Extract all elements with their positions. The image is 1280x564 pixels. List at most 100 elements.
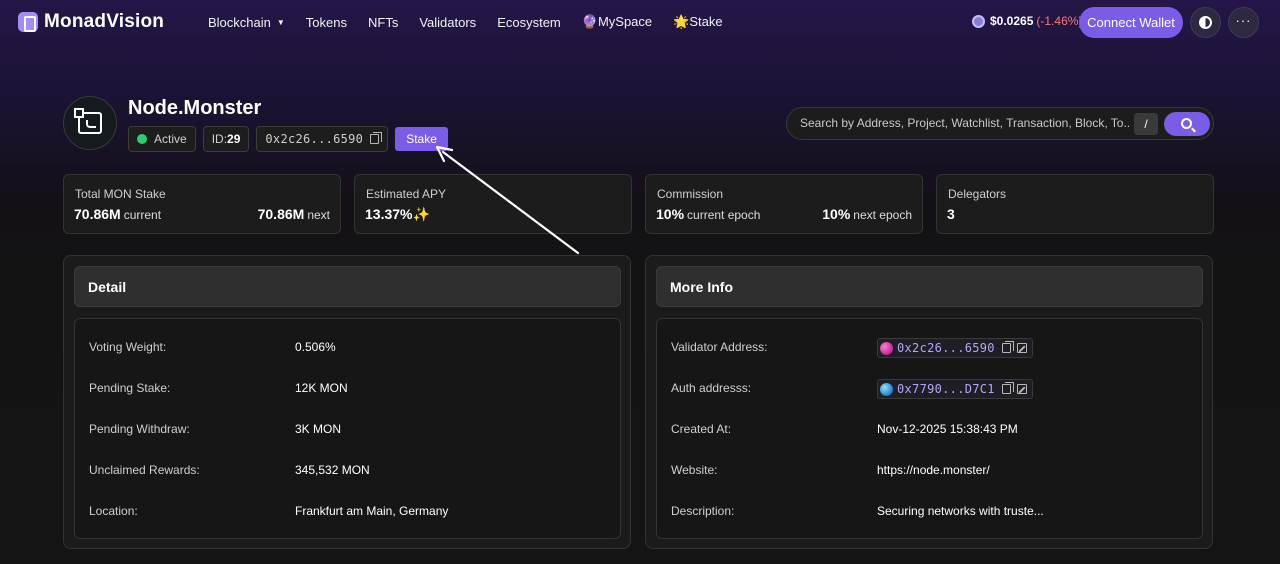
- address-avatar-icon: [880, 341, 893, 355]
- row-value: 3K MON: [295, 422, 342, 436]
- search-bar: /: [786, 107, 1214, 140]
- row-label: Voting Weight:: [89, 340, 167, 354]
- theme-toggle-button[interactable]: [1190, 7, 1221, 38]
- auth-address-link[interactable]: 0x7790...D7C1: [897, 382, 995, 396]
- more-info-panel-header: More Info: [656, 266, 1203, 307]
- detail-panel-body: Voting Weight: 0.506% Pending Stake: 12K…: [74, 318, 621, 539]
- stat-label: Commission: [657, 187, 724, 201]
- stat-label: Total MON Stake: [75, 187, 166, 201]
- commission-current: 10% current epoch: [656, 206, 760, 222]
- row-value: 0.506%: [295, 340, 336, 354]
- nav-item-stake[interactable]: 🌟Stake: [673, 14, 722, 30]
- search-shortcut-key: /: [1134, 113, 1158, 135]
- stat-label: Delegators: [948, 187, 1007, 201]
- row-value: 345,532 MON: [295, 463, 370, 477]
- more-menu-button[interactable]: ···: [1228, 7, 1259, 38]
- nav-item-blockchain[interactable]: Blockchain ▼: [208, 14, 285, 30]
- nav-item-tokens[interactable]: Tokens: [306, 14, 347, 30]
- row-label: Validator Address:: [671, 340, 768, 354]
- nav-item-myspace[interactable]: 🔮MySpace: [582, 14, 652, 30]
- search-button[interactable]: [1164, 112, 1210, 136]
- row-label: Pending Stake:: [89, 381, 171, 395]
- chevron-down-icon: ▼: [276, 17, 285, 27]
- copy-icon[interactable]: [1001, 382, 1014, 394]
- id-label: ID:: [211, 132, 228, 146]
- row-label: Pending Withdraw:: [89, 422, 190, 436]
- validator-id-badge: ID: 29: [202, 126, 250, 152]
- logo[interactable]: MonadVision: [18, 11, 164, 33]
- detail-row-pending-stake: Pending Stake: 12K MON: [89, 381, 609, 399]
- monadvision-logo-icon: [18, 12, 38, 32]
- logo-text: MonadVision: [44, 11, 165, 32]
- mon-token-icon: [972, 14, 985, 28]
- commission-current-value: 10%: [656, 206, 685, 222]
- row-value: Nov-12-2025 15:38:43 PM: [877, 422, 1018, 436]
- row-label: Description:: [671, 504, 735, 518]
- commission-next: 10% next epoch: [822, 206, 912, 222]
- nav-item-label: Blockchain: [208, 14, 271, 30]
- row-label: Unclaimed Rewards:: [89, 463, 200, 477]
- price-value: $0.0265: [990, 14, 1034, 28]
- connect-wallet-button[interactable]: Connect Wallet: [1079, 7, 1183, 38]
- stat-label: Estimated APY: [366, 187, 447, 201]
- address-avatar-icon: [880, 382, 893, 396]
- commission-next-value: 10%: [822, 206, 851, 222]
- nav-item-ecosystem[interactable]: Ecosystem: [497, 14, 561, 30]
- status-text: Active: [154, 132, 187, 146]
- edit-icon[interactable]: [1016, 384, 1027, 394]
- stake-button[interactable]: Stake: [395, 127, 448, 151]
- row-label: Website:: [671, 463, 718, 477]
- detail-row-unclaimed-rewards: Unclaimed Rewards: 345,532 MON: [89, 463, 609, 481]
- contrast-icon: [1199, 16, 1212, 29]
- search-input[interactable]: [800, 116, 1130, 130]
- more-info-panel-body: Validator Address: 0x2c26...6590 Auth ad…: [656, 318, 1203, 539]
- delegators-value: 3: [947, 206, 955, 222]
- estimated-apy-card: Estimated APY 13.37%✨: [354, 174, 632, 234]
- mon-price: $0.0265 (-1.46%): [972, 14, 1082, 28]
- commission-current-sub: current epoch: [687, 208, 761, 222]
- validator-address-chip: 0x2c26...6590: [256, 126, 389, 152]
- validator-avatar: [63, 96, 117, 150]
- price-change: (-1.46%): [1036, 14, 1083, 28]
- nav-item-nfts[interactable]: NFTs: [368, 14, 398, 30]
- stake-current-sub: current: [123, 208, 162, 222]
- info-row-website: Website: https://node.monster/: [671, 463, 1191, 481]
- row-value: 0x2c26...6590: [877, 338, 1033, 358]
- more-dots-icon: ···: [1235, 13, 1252, 28]
- detail-panel-header: Detail: [74, 266, 621, 307]
- stake-current-value: 70.86M: [74, 206, 121, 222]
- detail-row-location: Location: Frankfurt am Main, Germany: [89, 504, 609, 522]
- validator-chips: Active ID: 29 0x2c26...6590 Stake: [128, 126, 448, 152]
- status-badge: Active: [128, 126, 196, 152]
- more-info-panel-title: More Info: [670, 279, 733, 295]
- row-value: Securing networks with truste...: [877, 504, 1044, 518]
- edit-icon[interactable]: [1016, 343, 1027, 353]
- validator-address-short: 0x2c26...6590: [265, 132, 364, 146]
- stake-next-sub: next: [307, 208, 330, 222]
- stake-current: 70.86M current: [74, 206, 161, 222]
- row-value: 12K MON: [295, 381, 348, 395]
- detail-row-pending-withdraw: Pending Withdraw: 3K MON: [89, 422, 609, 440]
- nav-item-validators[interactable]: Validators: [419, 14, 476, 30]
- apy-value: 13.37%✨: [365, 206, 430, 222]
- page-title: Node.Monster: [128, 97, 262, 119]
- detail-panel-title: Detail: [88, 279, 127, 295]
- row-label: Location:: [89, 504, 138, 518]
- row-label: Created At:: [671, 422, 732, 436]
- info-row-description: Description: Securing networks with trus…: [671, 504, 1191, 522]
- node-monster-logo-icon: [74, 108, 102, 134]
- info-row-validator-address: Validator Address: 0x2c26...6590: [671, 338, 1191, 358]
- info-row-auth-address: Auth addresss: 0x7790...D7C1: [671, 379, 1191, 399]
- stake-next: 70.86M next: [258, 206, 330, 222]
- more-info-panel: More Info Validator Address: 0x2c26...65…: [645, 255, 1213, 549]
- detail-row-voting-weight: Voting Weight: 0.506%: [89, 340, 609, 358]
- commission-card: Commission 10% current epoch 10% next epoc…: [645, 174, 923, 234]
- copy-icon[interactable]: [1001, 341, 1014, 353]
- copy-icon[interactable]: [370, 132, 383, 144]
- total-stake-card: Total MON Stake 70.86M current 70.86M next: [63, 174, 341, 234]
- validator-address-link[interactable]: 0x2c26...6590: [897, 341, 995, 355]
- website-link[interactable]: https://node.monster/: [877, 463, 990, 477]
- auth-address-chip: 0x7790...D7C1: [877, 379, 1033, 399]
- status-dot-icon: [137, 134, 147, 144]
- info-row-created-at: Created At: Nov-12-2025 15:38:43 PM: [671, 422, 1191, 440]
